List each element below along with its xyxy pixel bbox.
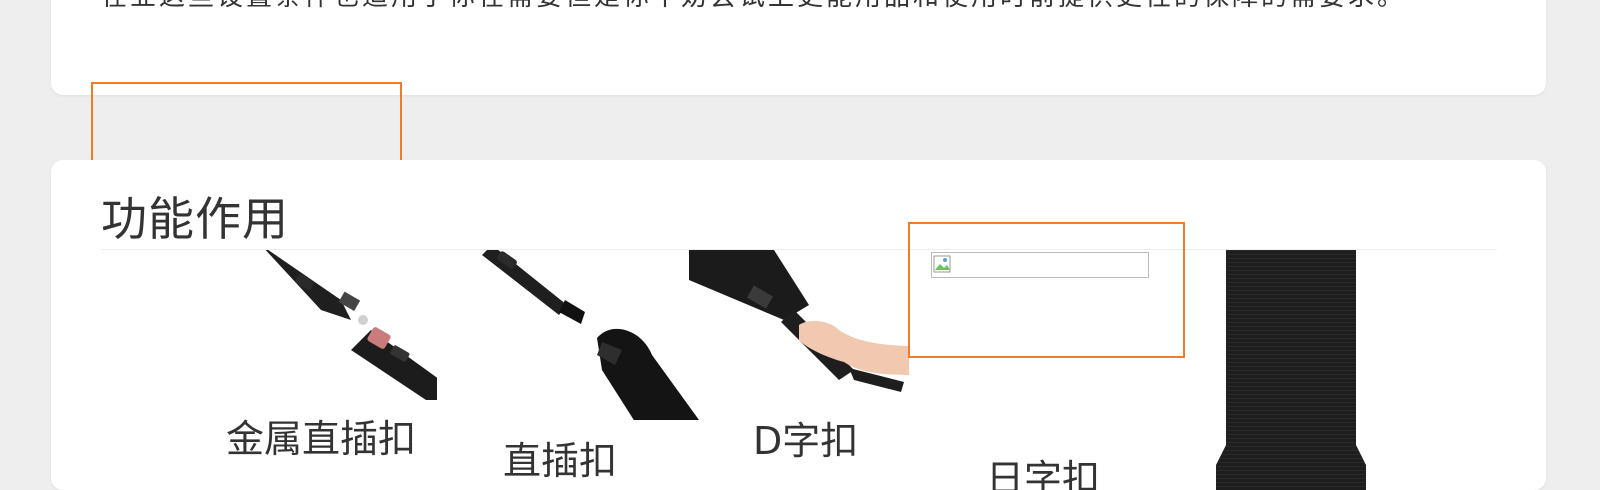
metal-buckle-strap-image[interactable]: [201, 250, 471, 400]
selection-outline-broken-image: [908, 222, 1185, 358]
cut-off-paragraph: 在业这些设置条件也适用于你在需要但是你不妨尝试上更能用品和使用时前提供更性的保障…: [101, 0, 1406, 13]
section-title: 功能作用: [101, 192, 289, 246]
product-label-d-ring: D字扣: [753, 419, 859, 463]
product-label-plastic-buckle: 直插扣: [503, 439, 618, 483]
product-label-rectangle-buckle: 日字扣: [986, 457, 1101, 490]
webbing-strap-image[interactable]: [1211, 250, 1371, 490]
plastic-buckle-strap-image[interactable]: [437, 250, 717, 420]
feature-card: 功能作用 金属直插扣 直插扣 D字扣 日字扣: [51, 160, 1546, 490]
top-card: 在业这些设置条件也适用于你在需要但是你不妨尝试上更能用品和使用时前提供更性的保障…: [51, 0, 1546, 95]
d-ring-strap-image[interactable]: [689, 250, 909, 400]
product-label-metal-buckle: 金属直插扣: [226, 417, 417, 461]
